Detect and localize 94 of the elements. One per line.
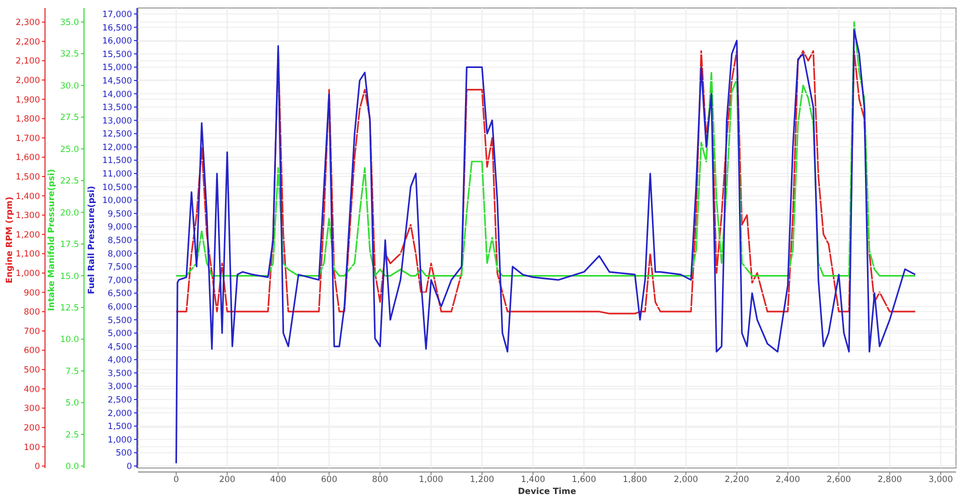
axis-tick-label: 200 (219, 475, 236, 485)
axis-tick-label: 12,000 (102, 142, 132, 153)
axis-tick-label: 3,000 (108, 382, 132, 392)
axis-tick-label: 500 (116, 448, 132, 459)
axis-tick-label: 16,500 (102, 23, 132, 34)
axis-tick-label: 1,800 (16, 114, 40, 125)
axis-tick-label: 800 (24, 308, 40, 318)
axis-tick-label: 5,000 (108, 329, 132, 340)
axis-tick-label: 0.0 (65, 462, 79, 472)
axis-tick-label: 300 (24, 404, 40, 414)
axis-tick-label: 5,500 (108, 316, 132, 326)
axis-tick-label: 3,000 (928, 475, 953, 485)
axis-tick-label: 1,700 (16, 134, 40, 144)
axis-tick-label: 1,000 (16, 269, 40, 280)
axis-tick-label: 2,000 (108, 408, 132, 419)
axis-tick-label: 2,200 (16, 37, 40, 48)
axis-tick-label: 1,600 (16, 153, 40, 164)
axis-tick-label: 2,300 (16, 18, 40, 28)
axis-tick-label: 12,500 (102, 130, 132, 140)
axis-tick-label: 4,000 (108, 356, 132, 366)
axis-tick-label: 9,000 (108, 222, 132, 233)
axis-tick-label: 27.5 (60, 113, 79, 124)
axis-tick-label: 8,500 (108, 236, 132, 246)
axis-tick-label: 3,500 (108, 368, 132, 379)
axis-tick-label: 200 (24, 423, 40, 434)
axis-tick-label: 1,400 (520, 475, 546, 485)
axis-tick-label: 600 (24, 346, 40, 356)
axis-title: Engine RPM (rpm) (5, 196, 15, 284)
axis-tick-label: 1,500 (16, 172, 40, 183)
axis-tick-label: 100 (24, 442, 40, 453)
axis-tick-label: 2,600 (826, 475, 851, 485)
axis-tick-label: 13,000 (102, 116, 132, 126)
axis-tick-label: 1,500 (108, 422, 132, 432)
axis-tick-label: 30.0 (60, 81, 79, 92)
axis-tick-label: 12.5 (60, 303, 79, 314)
axis-tick-label: 6,000 (108, 302, 132, 312)
axis-tick-label: 2,000 (16, 76, 40, 86)
axis-tick-label: 15.0 (60, 272, 79, 282)
axis-tick-label: 10,500 (102, 182, 132, 193)
axis-tick-label: 4,500 (108, 342, 132, 352)
axis-tick-label: 0 (34, 462, 40, 472)
axis-tick-label: 11,000 (102, 170, 132, 180)
axis-tick-label: 1,800 (622, 475, 648, 485)
axis-tick-label: 14,500 (102, 76, 132, 86)
axis-tick-label: 1,300 (16, 211, 40, 222)
axis-tick-label: 400 (24, 384, 40, 395)
axis-tick-label: 600 (321, 475, 338, 485)
axis-tick-label: 800 (372, 475, 388, 485)
axis-tick-label: 7.5 (65, 366, 79, 377)
axis-tick-label: 10,000 (102, 196, 132, 206)
axis-tick-label: 2,000 (674, 475, 698, 485)
axis-tick-label: 1,900 (16, 95, 40, 106)
axis-tick-label: 16,000 (102, 36, 132, 47)
axis-tick-label: 0 (174, 475, 179, 485)
axis-tick-label: 9,500 (108, 209, 132, 220)
axis-tick-label: 13,500 (102, 103, 132, 114)
axis-tick-label: 17,000 (102, 10, 132, 20)
axis-tick-label: 400 (270, 475, 286, 485)
axis-tick-label: 14,000 (102, 90, 132, 100)
axis-tick-label: 11,500 (102, 156, 132, 166)
axis-tick-label: 7,500 (108, 262, 132, 273)
axis-tick-label: 1,000 (108, 435, 132, 446)
axis-tick-label: 1,100 (16, 250, 40, 260)
axis-tick-label: 7,000 (108, 276, 132, 286)
axis-tick-label: 2,800 (878, 475, 902, 485)
axis-tick-label: 1,000 (418, 475, 444, 485)
axis-tick-label: 15,000 (102, 63, 132, 74)
axis-tick-label: 5.0 (65, 398, 79, 409)
axis-tick-label: 17.5 (60, 240, 79, 250)
axis-tick-label: 22.5 (60, 176, 79, 187)
axis-title: Intake Manifold Pressure(psi) (47, 169, 57, 311)
axis-tick-label: 1,200 (470, 475, 494, 485)
axis-tick-label: 1,400 (16, 192, 40, 202)
axis-tick-label: 2,100 (16, 56, 40, 67)
axis-tick-label: 2,500 (108, 396, 132, 406)
axis-tick-label: 8,000 (108, 249, 132, 260)
axis-tick-label: 15,500 (102, 50, 132, 60)
axis-tick-label: 0 (126, 462, 132, 472)
axis-tick-label: 20.0 (60, 208, 79, 218)
axis-title: Device Time (518, 487, 576, 497)
axis-tick-label: 32.5 (60, 50, 79, 60)
axis-tick-label: 1,200 (16, 230, 40, 240)
axis-tick-label: 2,200 (724, 475, 750, 485)
axis-tick-label: 2.5 (65, 430, 79, 440)
axis-tick-label: 25.0 (60, 144, 79, 155)
axis-tick-label: 10.0 (60, 335, 79, 346)
axis-tick-label: 35.0 (60, 18, 79, 28)
axis-tick-label: 1,600 (572, 475, 596, 485)
axis-tick-label: 2,400 (776, 475, 800, 485)
axis-tick-label: 6,500 (108, 289, 132, 300)
axis-tick-label: 500 (24, 366, 40, 376)
axis-tick-label: 700 (24, 326, 40, 337)
axis-title: Fuel Rail Pressure(psi) (87, 186, 97, 294)
axis-tick-label: 900 (24, 288, 40, 298)
